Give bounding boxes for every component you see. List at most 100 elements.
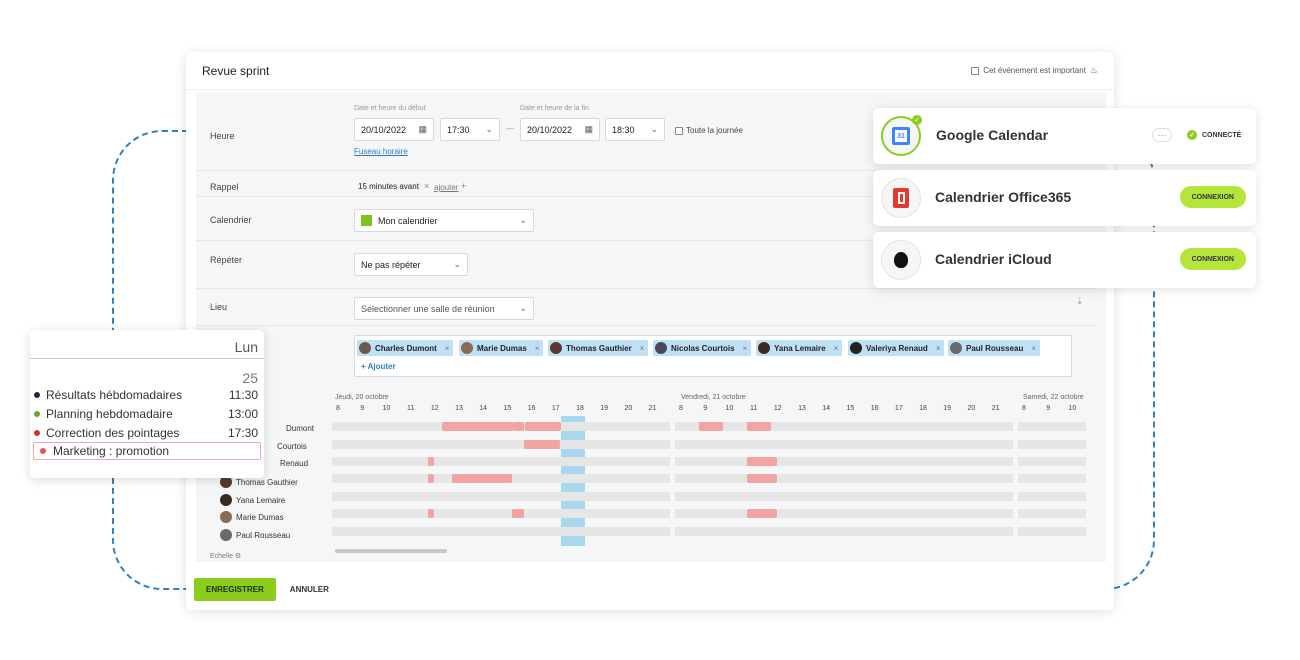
rappel-label: Rappel <box>210 182 239 192</box>
allday-label: Toute la journée <box>686 126 743 135</box>
availability-row <box>332 457 670 466</box>
icloud-calendar-card: Calendrier iCloud CONNEXION <box>873 232 1256 288</box>
avatar <box>461 342 473 354</box>
participant-chip[interactable]: Paul Rousseau × <box>948 340 1041 356</box>
remove-icon[interactable]: × <box>743 344 748 353</box>
avatar <box>550 342 562 354</box>
office365-icon <box>881 178 921 218</box>
busy-block <box>699 422 723 431</box>
allday-checkbox[interactable] <box>675 126 683 135</box>
pin-icon[interactable]: ⇣ <box>1076 296 1084 307</box>
add-participant-link[interactable]: + Ajouter <box>361 362 396 371</box>
save-button[interactable]: ENREGISTRER <box>194 577 276 601</box>
hour-tick: 10 <box>725 405 734 412</box>
end-time-select[interactable]: 18:30 ⌄ <box>605 118 665 141</box>
repeat-select[interactable]: Ne pas répéter ⌄ <box>354 253 468 276</box>
hour-tick: 11 <box>406 405 415 412</box>
remove-icon[interactable]: × <box>936 344 941 353</box>
hour-tick: 16 <box>527 405 536 412</box>
busy-block <box>442 422 514 431</box>
end-date-field[interactable]: 20/10/2022 ▦ <box>520 118 600 141</box>
echelle-label[interactable]: Echelle ⚙ <box>210 552 241 560</box>
participant-chip[interactable]: Nicolas Courtois × <box>653 340 752 356</box>
chevron-down-icon: ⌄ <box>650 124 658 134</box>
calendar-color-swatch <box>361 215 372 226</box>
hour-tick: 16 <box>870 405 879 412</box>
remove-rappel-icon[interactable]: × <box>424 181 429 191</box>
agenda-event[interactable]: Correction des pointages 17:30 <box>30 424 264 442</box>
office-logo <box>893 188 909 208</box>
calendar-select[interactable]: Mon calendrier ⌄ <box>354 209 534 232</box>
person-row-label: Marie Dumas <box>220 511 284 523</box>
more-options-icon[interactable]: ··· <box>1152 128 1172 142</box>
important-checkbox[interactable] <box>971 66 980 75</box>
participant-name: Thomas Gauthier <box>566 343 632 353</box>
availability-row <box>1018 474 1086 483</box>
availability-row <box>1018 422 1086 431</box>
participant-chip[interactable]: Valeriya Renaud × <box>848 340 945 356</box>
calendrier-label: Calendrier <box>210 215 252 225</box>
event-title: Revue sprint <box>202 63 270 78</box>
day-label: Jeudi, 20 octobre <box>335 394 389 401</box>
availability-row <box>1018 457 1086 466</box>
availability-row <box>675 474 1013 483</box>
agenda-event-selected[interactable]: Marketing : promotion <box>33 442 261 460</box>
busy-block <box>747 422 771 431</box>
divider <box>196 325 1096 326</box>
avatar <box>220 494 232 506</box>
participant-chip[interactable]: Charles Dumont × <box>357 340 454 356</box>
person-name: Paul Rousseau <box>236 530 291 540</box>
calendar-icon: ▦ <box>418 124 427 134</box>
icloud-connect-button[interactable]: CONNEXION <box>1179 248 1246 270</box>
office365-calendar-card: Calendrier Office365 CONNEXION <box>873 170 1256 226</box>
remove-icon[interactable]: × <box>535 344 540 353</box>
remove-icon[interactable]: × <box>640 344 645 353</box>
important-toggle[interactable]: Cet événement est important ♨ <box>971 65 1098 76</box>
hour-tick: 8 <box>336 405 340 412</box>
allday-toggle[interactable]: Toute la journée <box>675 126 743 135</box>
plus-icon[interactable]: + <box>461 181 466 191</box>
participant-name: Yana Lemaire <box>774 343 826 353</box>
avatar <box>359 342 371 354</box>
availability-row <box>1018 509 1086 518</box>
google-calendar-name: Google Calendar <box>936 127 1049 143</box>
remove-icon[interactable]: × <box>445 344 450 353</box>
hour-tick: 12 <box>430 405 439 412</box>
event-time: 17:30 <box>227 426 258 440</box>
remove-icon[interactable]: × <box>834 344 839 353</box>
day-label: Vendredi, 21 octobre <box>681 394 746 401</box>
availability-row <box>1018 527 1086 536</box>
hour-tick: 14 <box>479 405 488 412</box>
person-row-label: Dumont <box>286 424 314 433</box>
hour-tick: 9 <box>1046 405 1051 412</box>
agenda-event[interactable]: Résultats hébdomadaires 11:30 <box>30 386 264 404</box>
availability-row <box>675 422 1013 431</box>
event-time: 11:30 <box>228 388 258 402</box>
horizontal-scrollbar[interactable] <box>335 549 447 553</box>
timezone-link[interactable]: Fuseau horaire <box>354 147 408 156</box>
hour-tick: 10 <box>1068 405 1077 412</box>
start-time-select[interactable]: 17:30 ⌄ <box>440 118 500 141</box>
hour-tick: 15 <box>846 405 855 412</box>
remove-icon[interactable]: × <box>1031 344 1036 353</box>
event-dot <box>34 411 40 417</box>
availability-row <box>675 509 1013 518</box>
office365-connect-button[interactable]: CONNEXION <box>1179 186 1246 208</box>
busy-block <box>428 474 434 483</box>
participants-field[interactable]: Charles Dumont × Marie Dumas × Thomas Gaut… <box>354 335 1072 377</box>
heure-label: Heure <box>210 131 235 141</box>
agenda-date: 25 <box>242 370 258 386</box>
start-date-field[interactable]: 20/10/2022 ▦ <box>354 118 434 141</box>
room-select[interactable]: Sélectionner une salle de réunion ⌄ <box>354 297 534 320</box>
participant-chip[interactable]: Marie Dumas × <box>459 340 544 356</box>
avatar <box>220 511 232 523</box>
avatar <box>758 342 770 354</box>
participant-chip[interactable]: Thomas Gauthier × <box>548 340 649 356</box>
agenda-event[interactable]: Planning hebdomadaire 13:00 <box>30 405 264 423</box>
participant-chip[interactable]: Yana Lemaire × <box>756 340 843 356</box>
hour-tick: 9 <box>703 405 708 412</box>
echelle-text: Echelle <box>210 553 233 560</box>
participant-name: Charles Dumont <box>375 343 437 353</box>
cancel-button[interactable]: ANNULER <box>290 585 329 594</box>
add-rappel-link[interactable]: ajouter <box>434 183 458 192</box>
